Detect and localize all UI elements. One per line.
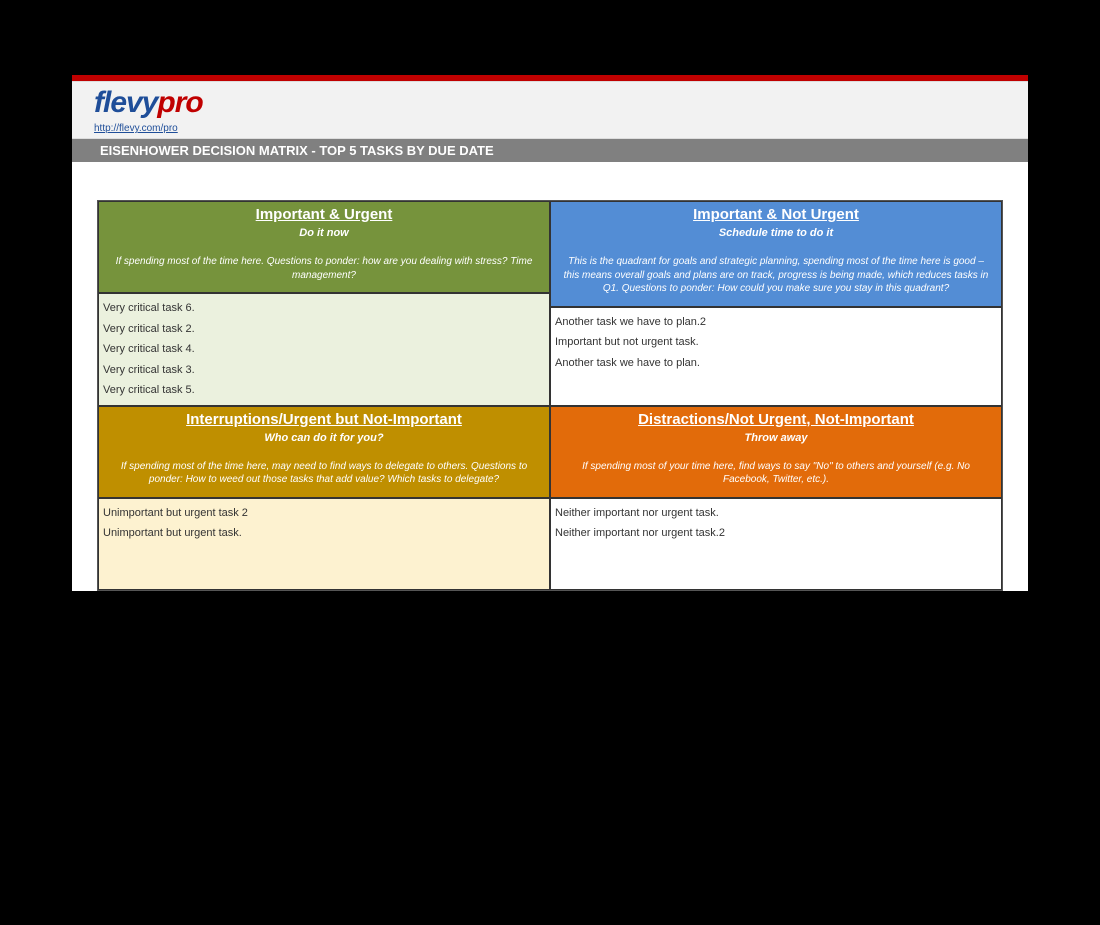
quadrant-description: If spending most of your time here, find… bbox=[561, 460, 991, 491]
quadrant-subtitle: Who can do it for you? bbox=[109, 432, 539, 444]
task-item: Another task we have to plan. bbox=[553, 353, 999, 374]
logo-part2: pro bbox=[157, 86, 202, 119]
quadrant-distractions: Distractions/Not Urgent, Not-Important T… bbox=[550, 406, 1002, 590]
eisenhower-matrix: Important & Urgent Do it now If spending… bbox=[97, 200, 1003, 591]
quadrant-task-list: Unimportant but urgent task 2 Unimportan… bbox=[98, 498, 550, 590]
task-item: Another task we have to plan.2 bbox=[553, 312, 999, 333]
quadrant-header: Important & Urgent Do it now If spending… bbox=[98, 201, 550, 293]
page-title: EISENHOWER DECISION MATRIX - TOP 5 TASKS… bbox=[72, 139, 1028, 162]
quadrant-task-list: Neither important nor urgent task. Neith… bbox=[550, 498, 1002, 590]
task-item: Neither important nor urgent task. bbox=[553, 503, 999, 524]
quadrant-header: Interruptions/Urgent but Not-Important W… bbox=[98, 406, 550, 498]
task-item: Very critical task 4. bbox=[101, 339, 547, 360]
logo-url-link[interactable]: http://flevy.com/pro bbox=[94, 123, 178, 134]
quadrant-important-urgent: Important & Urgent Do it now If spending… bbox=[98, 201, 550, 406]
task-item: Very critical task 6. bbox=[101, 298, 547, 319]
quadrant-description: If spending most of the time here, may n… bbox=[109, 460, 539, 491]
quadrant-header: Distractions/Not Urgent, Not-Important T… bbox=[550, 406, 1002, 498]
logo: flevypro bbox=[94, 88, 1006, 118]
logo-part1: flevy bbox=[94, 86, 157, 119]
quadrant-title: Important & Urgent bbox=[109, 206, 539, 223]
quadrant-subtitle: Do it now bbox=[109, 227, 539, 239]
document-page: flevypro http://flevy.com/pro EISENHOWER… bbox=[72, 75, 1028, 591]
quadrant-interruptions: Interruptions/Urgent but Not-Important W… bbox=[98, 406, 550, 590]
quadrant-subtitle: Schedule time to do it bbox=[561, 227, 991, 239]
quadrant-task-list: Very critical task 6. Very critical task… bbox=[98, 293, 550, 406]
quadrant-title: Distractions/Not Urgent, Not-Important bbox=[561, 411, 991, 428]
quadrant-title: Important & Not Urgent bbox=[561, 206, 991, 223]
quadrant-important-not-urgent: Important & Not Urgent Schedule time to … bbox=[550, 201, 1002, 406]
task-item: Neither important nor urgent task.2 bbox=[553, 523, 999, 544]
task-item: Very critical task 3. bbox=[101, 360, 547, 381]
task-item: Unimportant but urgent task. bbox=[101, 523, 547, 544]
task-item: Unimportant but urgent task 2 bbox=[101, 503, 547, 524]
task-item: Important but not urgent task. bbox=[553, 332, 999, 353]
header: flevypro http://flevy.com/pro bbox=[72, 81, 1028, 139]
quadrant-description: If spending most of the time here. Quest… bbox=[109, 255, 539, 286]
task-item: Very critical task 5. bbox=[101, 380, 547, 401]
task-item: Very critical task 2. bbox=[101, 319, 547, 340]
quadrant-subtitle: Throw away bbox=[561, 432, 991, 444]
quadrant-header: Important & Not Urgent Schedule time to … bbox=[550, 201, 1002, 307]
quadrant-description: This is the quadrant for goals and strat… bbox=[561, 255, 991, 300]
quadrant-task-list: Another task we have to plan.2 Important… bbox=[550, 307, 1002, 406]
quadrant-title: Interruptions/Urgent but Not-Important bbox=[109, 411, 539, 428]
